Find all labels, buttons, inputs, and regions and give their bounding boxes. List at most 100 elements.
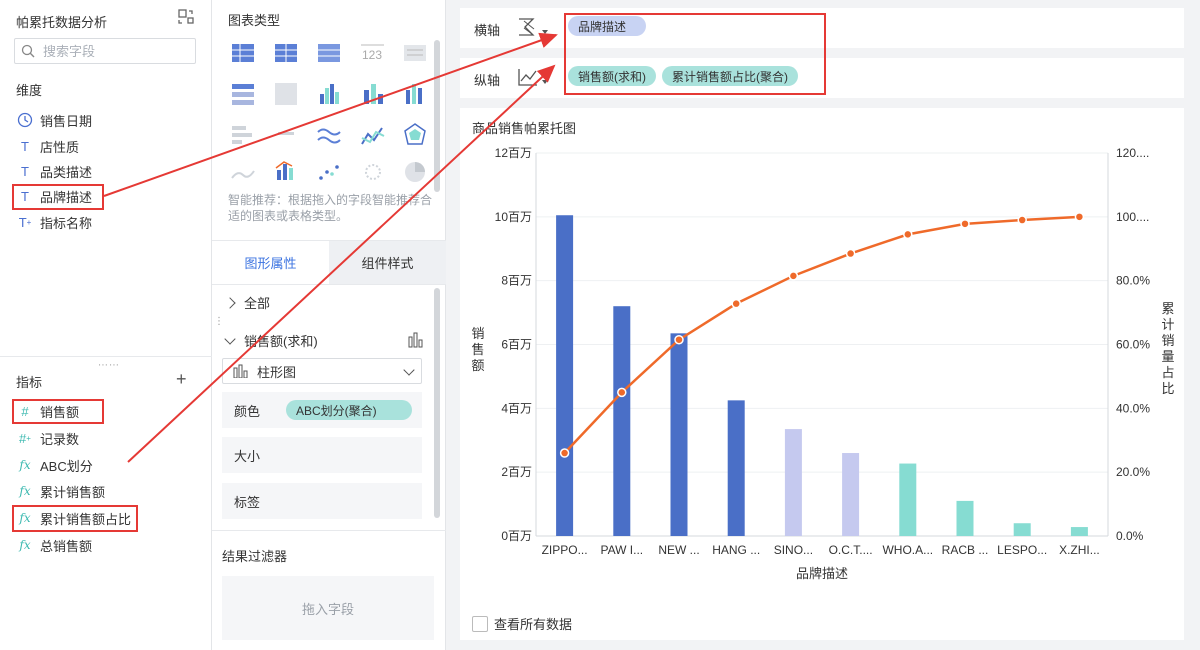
multi-bar-icon[interactable] — [406, 84, 422, 104]
grouped-bar-icon[interactable] — [320, 84, 339, 104]
add-measure-icon[interactable]: + — [176, 369, 187, 390]
measure-section-label: 销售额(求和) — [244, 334, 318, 349]
y-tick-label: 0百万 — [501, 529, 532, 543]
map-type-icon[interactable] — [275, 83, 297, 105]
smart-recommend-hint: 智能推荐：根据拖入的字段智能推荐合适的图表或表格类型。 — [228, 193, 433, 223]
size-label: 大小 — [234, 448, 261, 464]
y-axis-label: 纵轴 — [474, 73, 501, 88]
scatter-icon[interactable] — [319, 165, 339, 180]
formula-icon: fx — [19, 458, 31, 472]
x-axis-label: 横轴 — [474, 23, 501, 38]
measure-item-total-sales[interactable]: fx 总销售额 — [16, 534, 92, 556]
color-field-pill[interactable]: ABC划分(聚合) — [286, 400, 412, 420]
line-chart-icon[interactable] — [361, 127, 385, 145]
x-axis-icon[interactable] — [516, 16, 550, 40]
number-card-icon[interactable]: 123 — [361, 44, 384, 62]
x-axis-title: 品牌描述 — [796, 566, 848, 581]
range-icon[interactable] — [278, 132, 294, 135]
x-tick-label: SINO... — [774, 543, 813, 557]
bar — [842, 453, 860, 536]
dimension-item-label: 指标名称 — [40, 215, 93, 231]
all-section-label: 全部 — [244, 296, 271, 311]
all-section-toggle[interactable]: 全部 — [224, 293, 271, 312]
panel-divider[interactable] — [0, 356, 212, 357]
drag-handle-icon[interactable]: ⋯⋯ — [98, 360, 120, 371]
highlight-box-axes — [564, 13, 826, 95]
size-property[interactable]: 大小 — [222, 437, 422, 473]
detail-table-icon[interactable] — [318, 44, 340, 62]
field-search-box[interactable] — [14, 38, 196, 64]
measure-item-abc[interactable]: fx ABC划分 — [16, 454, 92, 476]
dimension-item-store-type[interactable]: T 店性质 — [16, 135, 79, 157]
cross-table-icon[interactable] — [275, 44, 297, 62]
chart-type-scrollbar[interactable] — [434, 40, 440, 192]
formula-icon: fx — [19, 538, 31, 552]
dimension-item-metric-name[interactable]: T + 指标名称 — [16, 211, 92, 233]
wave-line-icon[interactable] — [317, 128, 341, 144]
y-tick-label: 10百万 — [495, 210, 532, 224]
y-tick-label: 12百万 — [495, 146, 532, 160]
color-property[interactable]: 颜色 ABC划分(聚合) — [222, 392, 422, 428]
bar — [613, 306, 631, 536]
drag-handle-icon[interactable]: ⋮ — [214, 316, 224, 327]
combo-chart-icon[interactable] — [275, 161, 293, 180]
bar-horizontal-icon[interactable] — [232, 126, 252, 144]
stacked-bar-icon[interactable] — [364, 84, 383, 104]
pareto-chart: 0百万 2百万 4百万 6百万 8百万 10百万 12百万 0.0% 20.0% 40.0% 60.… — [471, 146, 1174, 581]
bar-type-icon[interactable] — [408, 332, 424, 348]
view-all-label: 查看所有数据 — [494, 617, 573, 632]
line-point — [617, 387, 627, 398]
cumulative-line — [563, 215, 1080, 454]
x-tick-label: NEW ... — [658, 543, 699, 557]
tab-graphic-properties[interactable]: 图形属性 — [212, 241, 329, 284]
label-property[interactable]: 标签 — [222, 483, 422, 519]
property-tabs: 图形属性 组件样式 — [212, 240, 446, 285]
measure-item-label: 总销售额 — [40, 538, 93, 554]
text-card-icon[interactable] — [404, 45, 426, 61]
chart-type-grid: 123 — [231, 44, 426, 182]
y2-tick-label: 0.0% — [1116, 529, 1144, 543]
highlight-box-sales — [12, 399, 104, 424]
chart-kind-select[interactable]: 柱形图 — [222, 358, 422, 384]
text-type-icon: T — [21, 163, 29, 179]
measure-section-toggle[interactable]: 销售额(求和) — [224, 331, 318, 350]
y2-axis-title-char: 量 — [1161, 349, 1174, 364]
measure-item-cumulative-sales[interactable]: fx 累计销售额 — [16, 480, 105, 502]
measure-item-record-count[interactable]: # + 记录数 — [16, 427, 79, 449]
bar — [784, 429, 802, 536]
chart-type-title: 图表类型 — [228, 13, 281, 28]
indicator-icon[interactable] — [232, 84, 254, 105]
view-all-data-toggle[interactable]: 查看所有数据 — [472, 614, 572, 633]
drop-hint: 拖入字段 — [301, 601, 354, 617]
field-search-input[interactable] — [43, 42, 191, 60]
chevron-down-icon — [224, 332, 236, 345]
color-label: 颜色 — [234, 403, 261, 419]
line-point — [845, 248, 856, 259]
property-scrollbar[interactable] — [434, 288, 440, 518]
area-line-icon[interactable] — [231, 170, 255, 179]
section-divider — [212, 530, 446, 531]
highlight-box-brand — [12, 184, 104, 210]
highlight-box-cumulative-ratio — [12, 505, 138, 532]
chart-kind-value: 柱形图 — [257, 364, 297, 380]
radar-icon[interactable] — [404, 123, 426, 145]
switch-dataset-icon[interactable] — [178, 9, 194, 25]
view-all-checkbox[interactable] — [472, 615, 488, 632]
y2-tick-label: 100.... — [1116, 210, 1149, 224]
dataset-title: 帕累托数据分析 — [16, 15, 108, 30]
pie-icon[interactable] — [405, 162, 425, 182]
dimension-item-sales-date[interactable]: 销售日期 — [16, 109, 92, 131]
line-point — [903, 229, 913, 240]
y-axis-icon[interactable] — [516, 66, 550, 90]
dimension-item-category[interactable]: T 品类描述 — [16, 160, 92, 182]
bubble-icon[interactable] — [365, 164, 381, 180]
chevron-down-icon — [403, 364, 415, 376]
x-tick-label: WHO.A... — [882, 543, 933, 557]
tab-component-style[interactable]: 组件样式 — [329, 241, 446, 284]
clock-icon — [17, 112, 33, 128]
bar — [956, 500, 974, 536]
y-tick-label: 2百万 — [501, 465, 532, 479]
filter-drop-zone[interactable]: 拖入字段 — [222, 576, 434, 640]
table-type-icon[interactable] — [232, 44, 254, 62]
y2-axis-title-char: 销 — [1161, 333, 1174, 348]
